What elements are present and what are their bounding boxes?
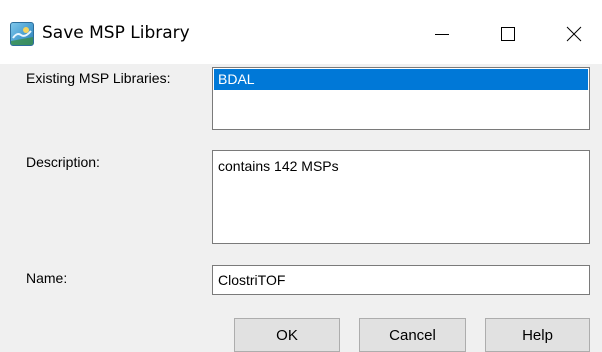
minimize-icon <box>435 34 449 35</box>
maximize-button[interactable] <box>484 14 532 54</box>
app-icon <box>10 22 34 46</box>
existing-libraries-label: Existing MSP Libraries: <box>26 70 171 86</box>
cancel-button[interactable]: Cancel <box>359 318 466 352</box>
title-bar[interactable]: Save MSP Library <box>0 0 602 64</box>
minimize-button[interactable] <box>418 14 466 54</box>
name-input[interactable] <box>212 265 590 295</box>
help-button[interactable]: Help <box>485 318 590 352</box>
save-msp-library-dialog: Save MSP Library Existing MSP Libraries:… <box>0 0 602 352</box>
description-textarea[interactable]: contains 142 MSPs <box>212 150 590 244</box>
maximize-icon <box>501 27 515 41</box>
window-title: Save MSP Library <box>42 23 190 43</box>
library-item-bdal[interactable]: BDAL <box>214 69 588 90</box>
description-label: Description: <box>26 154 100 170</box>
existing-libraries-listbox[interactable]: BDAL <box>212 67 590 130</box>
close-button[interactable] <box>550 14 598 54</box>
name-label: Name: <box>26 270 68 286</box>
close-icon <box>566 26 582 42</box>
ok-button[interactable]: OK <box>234 318 340 352</box>
